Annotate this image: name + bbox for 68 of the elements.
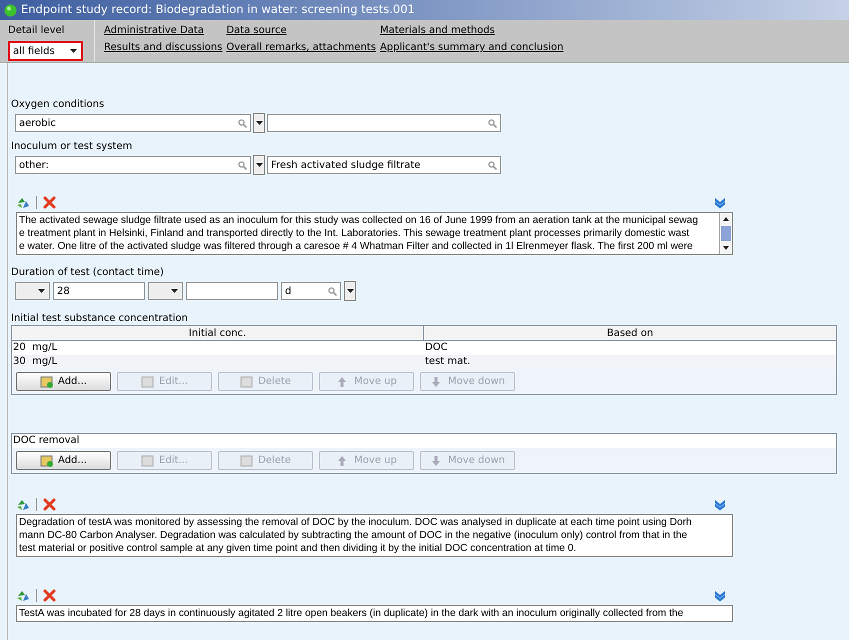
- caret-icon: [170, 287, 179, 295]
- text-area[interactable]: Degradation of testA was monitored by assessing the removal of DOC by the inoculum. DOC was analysed in duplicate at each time point using Dorh mann DC-80 Carbon Analyser. Degradation was calculated by subtracting the amount of DOC in the negative (inoculum only) control from that in the test material or positive control sample at any given time point and then dividing it by the initial DOC concentration at time 0.: [16, 514, 733, 557]
- field-label: Oxygen conditions: [11, 98, 106, 111]
- expand-icon: [714, 590, 726, 602]
- add-button[interactable]: Add...: [16, 451, 111, 470]
- qualifier-dropdown[interactable]: [15, 282, 50, 300]
- arrow-down-icon: [430, 454, 443, 466]
- caret-icon: [254, 119, 264, 127]
- table-cell-text: 20 mg/L: [12, 341, 58, 355]
- recycle-icon: [16, 498, 30, 511]
- table-cell-text: 30 mg/L: [12, 355, 58, 369]
- unit-field[interactable]: d: [281, 282, 341, 300]
- text-area[interactable]: TestA was incubated for 28 days in continuously agitated 2 litre open beakers (in duplicate) in the dark with an inoculum originally collected from the: [16, 605, 733, 622]
- window-title: Endpoint study record: Biodegradation in water: screening tests.001: [21, 1, 415, 18]
- expand-icon: [714, 498, 726, 510]
- table-icon: [240, 454, 254, 466]
- table-icon: [240, 376, 254, 388]
- status-dot-icon: [4, 4, 17, 16]
- value-field[interactable]: [186, 282, 278, 300]
- add-button[interactable]: Add...: [16, 372, 111, 391]
- field-label: Duration of test (contact time): [11, 266, 165, 279]
- caret-icon: [346, 287, 354, 295]
- search-icon: [238, 118, 247, 128]
- field-label: Initial test substance concentration: [11, 312, 189, 325]
- delete-icon: [43, 589, 56, 602]
- caret-icon: [69, 47, 78, 55]
- column-header[interactable]: Initial conc.: [12, 326, 424, 340]
- search-icon: [328, 286, 337, 296]
- dropdown-button[interactable]: [344, 281, 356, 301]
- nav-link[interactable]: Data source: [226, 24, 376, 37]
- picklist-field[interactable]: aerobic: [15, 114, 251, 132]
- table-cell: DOC removal: [12, 434, 836, 448]
- field-label: Inoculum or test system: [11, 140, 134, 153]
- nav-link[interactable]: Materials and methods: [380, 24, 564, 37]
- scroll-thumb[interactable]: [721, 226, 731, 241]
- dropdown-button[interactable]: [253, 113, 265, 133]
- search-icon: [488, 160, 497, 170]
- text-field[interactable]: Fresh activated sludge filtrate: [267, 156, 501, 174]
- column-header[interactable]: Based on: [424, 326, 836, 340]
- recycle-icon: [16, 196, 30, 209]
- value-field[interactable]: 28: [53, 282, 145, 300]
- caret-icon: [254, 161, 264, 169]
- table-cell-text: test mat.: [424, 355, 472, 369]
- detail-level-dropdown[interactable]: all fields: [8, 41, 83, 61]
- table-icon: [40, 454, 54, 466]
- table-cell-text: DOC: [424, 341, 449, 355]
- recycle-icon: [16, 589, 30, 602]
- qualifier-dropdown[interactable]: [148, 282, 183, 300]
- table-icon: [40, 376, 54, 388]
- picklist-field[interactable]: other:: [15, 156, 251, 174]
- detail-level-label: Detail level: [8, 24, 66, 38]
- search-icon: [238, 160, 247, 170]
- table-icon: [141, 454, 154, 466]
- delete-icon: [43, 196, 56, 209]
- expand-icon: [714, 196, 726, 208]
- nav-link[interactable]: Applicant's summary and conclusion: [380, 41, 564, 54]
- nav-link[interactable]: Overall remarks, attachments: [226, 41, 376, 54]
- nav-link[interactable]: Results and discussions: [104, 41, 222, 54]
- text-area[interactable]: The activated sewage sludge filtrate used as an inoculum for this study was collected on 16 of June 1999 from an aeration tank at the municipal sewag e treatment plant in Helsinki, Finland and transported directly to the Int. Laboratories. This sewage treatment plant processes primarily domestic wast e water. One litre of the activated sludge was filtered through a caresoe # 4 Whatman Filter and collected in 1l Elrenmeyer flask. The first 200 ml were: [16, 212, 733, 255]
- scrollbar[interactable]: [719, 213, 732, 254]
- arrow-down-icon: [430, 376, 443, 388]
- search-icon: [488, 118, 497, 128]
- caret-icon: [37, 287, 46, 295]
- delete-icon: [43, 498, 56, 511]
- dropdown-button[interactable]: [253, 155, 265, 175]
- nav-link[interactable]: Administrative Data: [104, 24, 222, 37]
- text-field[interactable]: [267, 114, 501, 132]
- table-icon: [141, 376, 154, 388]
